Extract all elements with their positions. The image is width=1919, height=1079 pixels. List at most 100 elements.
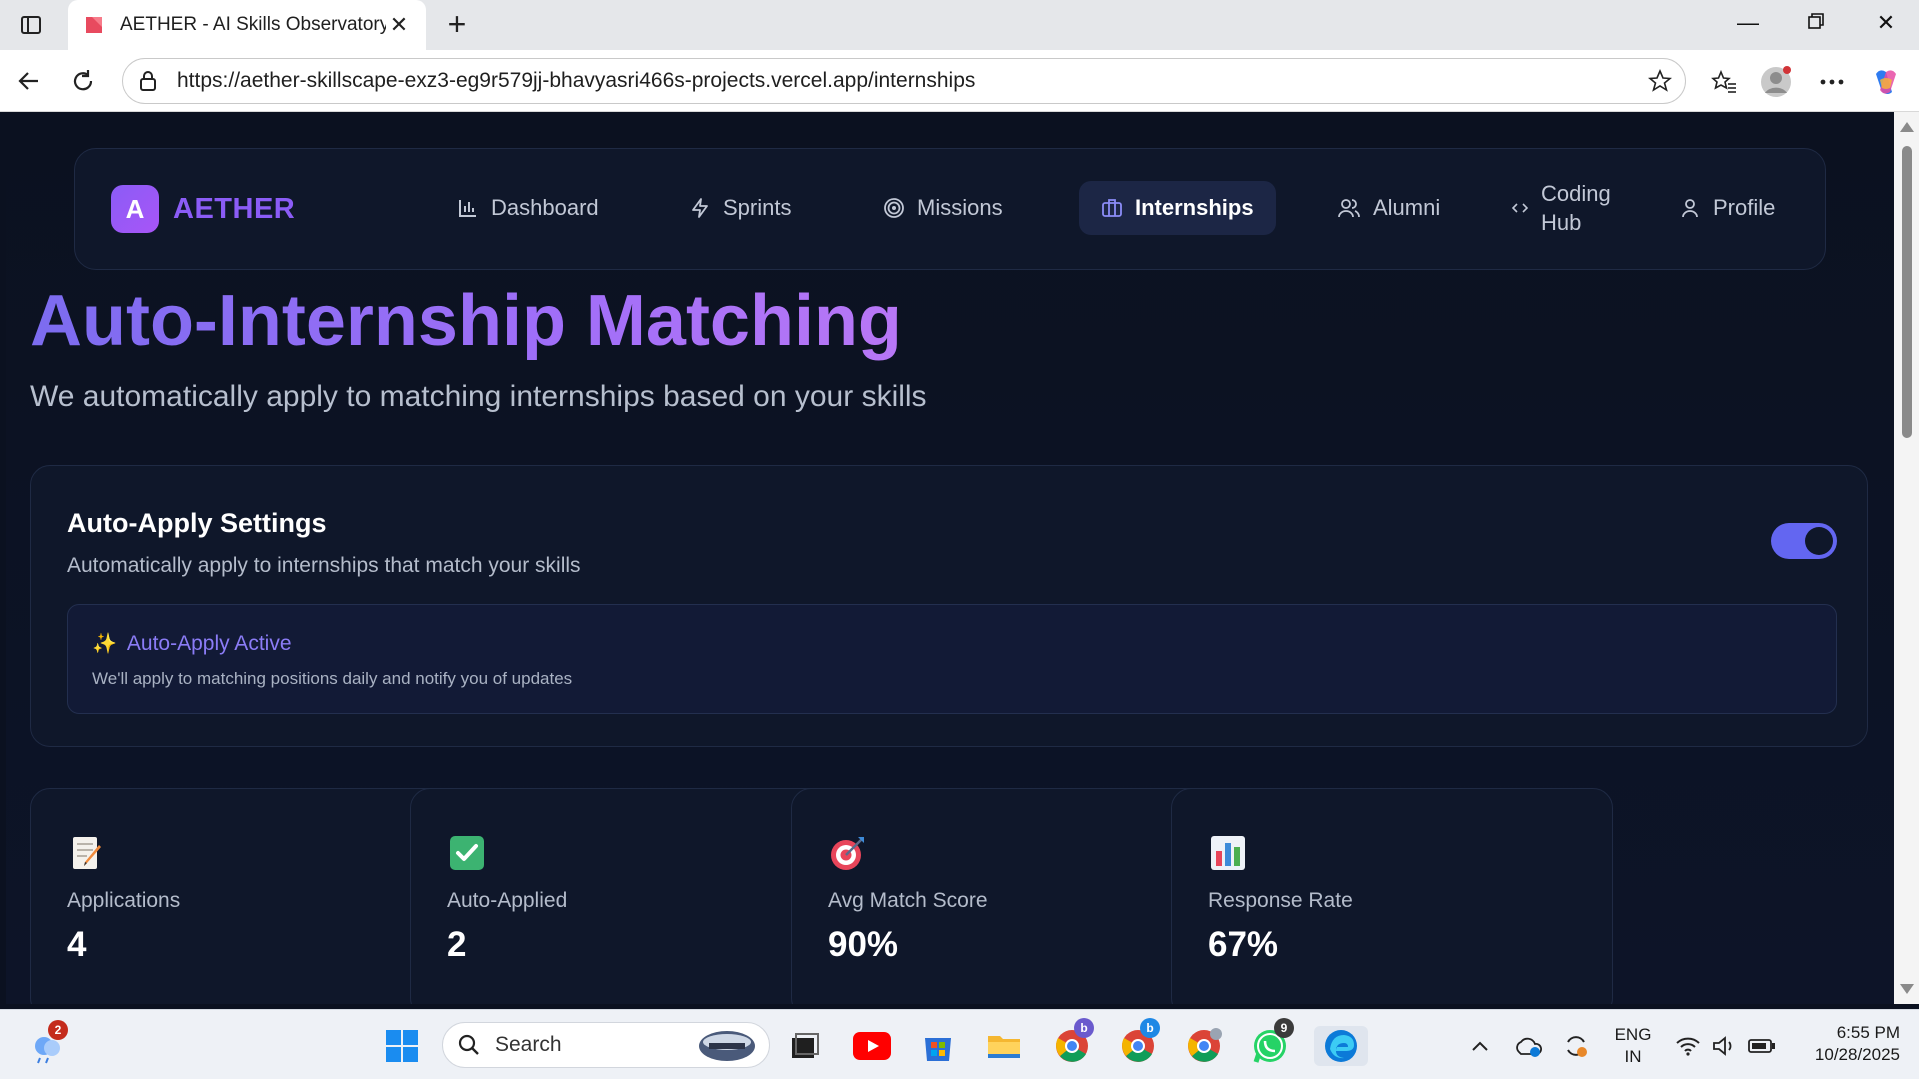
show-hidden-icons-chevron-icon[interactable] xyxy=(1460,1026,1500,1066)
chrome-profile-3-icon[interactable] xyxy=(1184,1026,1224,1066)
page-scrollbar[interactable] xyxy=(1894,112,1919,1004)
whatsapp-icon[interactable]: 9 xyxy=(1250,1018,1294,1066)
aether-logo[interactable]: A AETHER xyxy=(111,185,295,233)
clock[interactable]: 6:55 PM 10/28/2025 xyxy=(1784,1022,1900,1066)
edge-browser-icon[interactable] xyxy=(1314,1026,1368,1066)
nav-alumni[interactable]: Alumni xyxy=(1315,181,1462,235)
whatsapp-badge: 9 xyxy=(1274,1018,1294,1038)
nav-internships[interactable]: Internships xyxy=(1079,181,1276,235)
volume-icon[interactable] xyxy=(1704,1026,1744,1066)
page-title: Auto-Internship Matching xyxy=(30,281,902,361)
logo-text: AETHER xyxy=(173,192,296,225)
stat-card-auto-applied: Auto-Applied 2 xyxy=(410,788,852,1004)
check-box-icon xyxy=(450,836,484,870)
memo-icon xyxy=(73,837,101,869)
tab-actions-icon[interactable] xyxy=(18,12,44,38)
nav-coding-hub-label: Coding Hub xyxy=(1541,179,1611,237)
auto-apply-active-label: Auto-Apply Active xyxy=(126,631,292,655)
code-icon xyxy=(1511,203,1529,213)
address-bar[interactable]: https://aether-skillscape-exz3-eg9r579jj… xyxy=(122,58,1686,104)
chrome-profile-1-badge: b xyxy=(1074,1018,1094,1038)
sparkles-icon: ✨ xyxy=(92,633,117,655)
language-line1: ENG xyxy=(1614,1025,1652,1044)
stat-label: Response Rate xyxy=(1208,889,1353,912)
refresh-icon[interactable] xyxy=(68,66,98,96)
auto-apply-status-box: ✨ Auto-Apply Active We'll apply to match… xyxy=(67,604,1837,714)
widgets-badge: 2 xyxy=(48,1020,68,1040)
nav-dashboard[interactable]: Dashboard xyxy=(435,181,621,235)
stat-value: 90% xyxy=(828,925,899,964)
stat-card-applications: Applications 4 xyxy=(30,788,472,1004)
page-viewport: A AETHER Dashboard Sprints Missions Inte… xyxy=(6,112,1894,1004)
search-highlight-image-icon xyxy=(699,1031,755,1061)
lock-icon[interactable] xyxy=(137,70,159,92)
browser-tab[interactable]: AETHER - AI Skills Observatory ✕ xyxy=(68,0,426,50)
file-explorer-icon[interactable] xyxy=(984,1026,1024,1066)
back-icon[interactable] xyxy=(14,66,44,96)
more-options-icon[interactable] xyxy=(1816,66,1848,98)
app-navbar: A AETHER Dashboard Sprints Missions Inte… xyxy=(74,148,1826,270)
aether-favicon-icon xyxy=(86,17,102,33)
nav-missions[interactable]: Missions xyxy=(861,181,1025,235)
nav-coding-hub[interactable]: Coding Hub xyxy=(1489,181,1633,235)
stat-label: Avg Match Score xyxy=(828,889,988,912)
page-subtitle: We automatically apply to matching inter… xyxy=(30,380,927,413)
tab-title: AETHER - AI Skills Observatory xyxy=(120,14,386,35)
youtube-icon[interactable] xyxy=(852,1026,892,1066)
bar-chart-icon xyxy=(1211,836,1245,870)
favorites-icon[interactable] xyxy=(1708,66,1740,98)
nav-coding-hub-line2: Hub xyxy=(1541,210,1582,235)
minimize-icon[interactable]: — xyxy=(1728,10,1768,36)
nav-profile-label: Profile xyxy=(1713,195,1776,220)
settings-title: Auto-Apply Settings xyxy=(67,508,327,538)
logo-badge: A xyxy=(111,185,159,233)
clock-date: 10/28/2025 xyxy=(1814,1045,1900,1064)
stat-card-avg-match-score: Avg Match Score 90% xyxy=(791,788,1233,1004)
stat-value: 67% xyxy=(1208,925,1279,964)
scroll-thumb[interactable] xyxy=(1902,146,1912,438)
chrome-profile-2-icon[interactable]: b xyxy=(1118,1018,1160,1066)
users-icon xyxy=(1338,199,1360,218)
scroll-up-arrow-icon[interactable] xyxy=(1900,122,1914,132)
auto-apply-settings-card: Auto-Apply Settings Automatically apply … xyxy=(30,465,1868,747)
search-icon xyxy=(458,1034,479,1055)
search-placeholder: Search xyxy=(495,1033,562,1056)
onedrive-icon[interactable] xyxy=(1508,1026,1548,1066)
taskbar-search[interactable]: Search xyxy=(442,1022,770,1068)
tab-close-icon[interactable]: ✕ xyxy=(386,12,412,38)
lightning-icon xyxy=(692,198,708,218)
scroll-down-arrow-icon[interactable] xyxy=(1900,984,1914,994)
toggle-knob xyxy=(1805,527,1833,555)
browser-toolbar: https://aether-skillscape-exz3-eg9r579jj… xyxy=(0,50,1919,112)
nav-dashboard-label: Dashboard xyxy=(491,195,599,220)
close-window-icon[interactable]: ✕ xyxy=(1866,10,1906,36)
restore-icon[interactable] xyxy=(1796,10,1836,36)
copilot-icon[interactable] xyxy=(1870,66,1902,98)
weather-widget-icon[interactable]: 2 xyxy=(28,1020,68,1066)
user-icon xyxy=(1682,199,1698,218)
profile-avatar-icon[interactable] xyxy=(1760,66,1792,98)
wifi-icon[interactable] xyxy=(1668,1026,1708,1066)
chrome-profile-1-icon[interactable]: b xyxy=(1052,1018,1094,1066)
nav-sprints[interactable]: Sprints xyxy=(667,181,813,235)
target-outline-icon xyxy=(884,198,904,218)
chrome-profile-2-badge: b xyxy=(1140,1018,1160,1038)
auto-apply-toggle[interactable] xyxy=(1771,523,1837,559)
task-view-icon[interactable] xyxy=(784,1026,824,1066)
sync-icon[interactable] xyxy=(1556,1026,1596,1066)
briefcase-icon xyxy=(1102,199,1122,217)
settings-description: Automatically apply to internships that … xyxy=(67,554,581,577)
stat-label: Applications xyxy=(67,889,181,912)
language-indicator[interactable]: ENG IN xyxy=(1608,1024,1658,1068)
nav-missions-label: Missions xyxy=(917,195,1003,220)
url-text[interactable]: https://aether-skillscape-exz3-eg9r579jj… xyxy=(177,69,1645,93)
stat-value: 4 xyxy=(67,925,87,964)
microsoft-store-icon[interactable] xyxy=(918,1026,958,1066)
nav-alumni-label: Alumni xyxy=(1373,195,1441,220)
battery-icon[interactable] xyxy=(1742,1026,1782,1066)
new-tab-icon[interactable]: + xyxy=(440,8,474,40)
nav-coding-hub-line1: Coding xyxy=(1541,181,1611,206)
start-button-icon[interactable] xyxy=(382,1026,422,1066)
favorite-star-icon[interactable] xyxy=(1645,66,1675,96)
nav-profile[interactable]: Profile xyxy=(1657,181,1797,235)
